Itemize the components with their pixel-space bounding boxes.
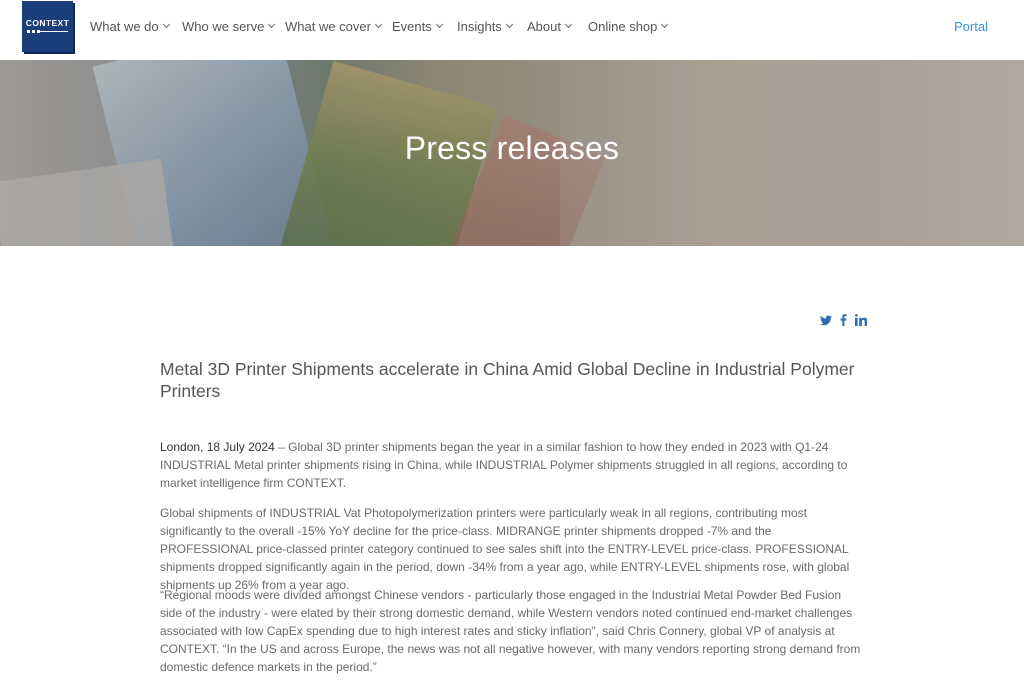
chevron-down-icon: [268, 20, 276, 29]
nav-item-label: Online shop: [588, 18, 658, 34]
article-paragraph: “Regional moods were divided amongst Chi…: [160, 588, 861, 674]
logo-line: [40, 31, 68, 32]
page-title: Press releases: [404, 130, 620, 166]
article-headline: Metal 3D Printer Shipments accelerate in…: [160, 359, 855, 401]
nav-item-about[interactable]: About: [527, 18, 588, 34]
nav-item-label: Events: [392, 18, 432, 34]
nav-item-who-we-serve[interactable]: Who we serve: [182, 18, 285, 34]
chevron-down-icon: [661, 20, 669, 29]
article-header: Metal 3D Printer Shipments accelerate in…: [160, 358, 865, 402]
chevron-down-icon: [162, 20, 170, 29]
nav-item-events[interactable]: Events: [392, 18, 457, 34]
chevron-down-icon: [505, 20, 513, 29]
logo-text: CONTEXT: [25, 18, 70, 28]
nav-item-label: Insights: [457, 18, 502, 34]
nav-item-label: Who we serve: [182, 18, 265, 34]
article-dateline: London, 18 July 2024: [160, 440, 275, 454]
site-header: CONTEXT What we do Who we serve What we …: [0, 0, 1024, 60]
nav-item-label: What we do: [90, 18, 159, 34]
nav-item-what-we-cover[interactable]: What we cover: [285, 18, 392, 34]
social-share: [820, 314, 867, 326]
nav-item-online-shop[interactable]: Online shop: [588, 18, 669, 34]
portal-link[interactable]: Portal: [954, 19, 988, 34]
article-paragraph: Global shipments of INDUSTRIAL Vat Photo…: [160, 506, 850, 592]
logo-dots: [27, 30, 40, 33]
hero-banner: Press releases: [0, 60, 1024, 246]
chevron-down-icon: [435, 20, 443, 29]
nav-item-label: What we cover: [285, 18, 371, 34]
nav-item-what-we-do[interactable]: What we do: [90, 18, 182, 34]
context-logo[interactable]: CONTEXT: [22, 1, 73, 52]
facebook-icon[interactable]: [840, 314, 847, 326]
nav-item-insights[interactable]: Insights: [457, 18, 527, 34]
chevron-down-icon: [374, 20, 383, 29]
twitter-icon[interactable]: [820, 315, 832, 326]
nav-item-label: About: [527, 18, 561, 34]
chevron-down-icon: [564, 20, 573, 29]
main-nav: What we do Who we serve What we cover Ev…: [90, 18, 669, 34]
article-paragraph: London, 18 July 2024 – Global 3D printer…: [160, 438, 865, 492]
linkedin-icon[interactable]: [855, 314, 867, 326]
